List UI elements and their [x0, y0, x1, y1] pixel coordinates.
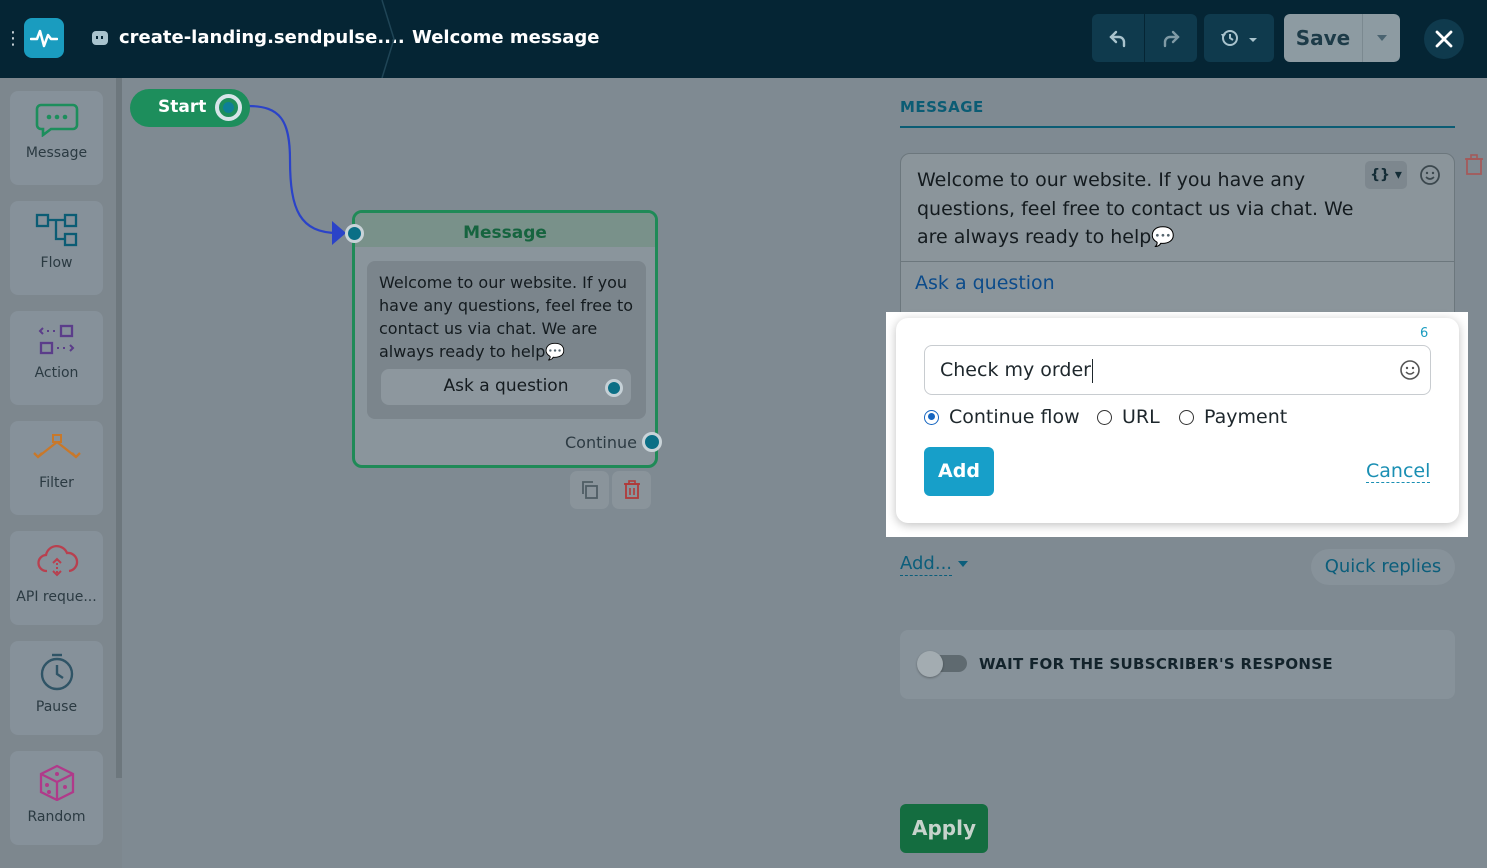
- copy-icon: [581, 481, 598, 499]
- app-logo-icon[interactable]: [24, 18, 64, 58]
- tab-underline: [900, 126, 1455, 128]
- message-editor[interactable]: Welcome to our website. If you have any …: [900, 153, 1455, 323]
- radio-button-selected[interactable]: [924, 409, 939, 425]
- save-options-button[interactable]: [1362, 14, 1400, 62]
- flow-canvas[interactable]: [122, 78, 865, 868]
- message-input-port[interactable]: [345, 224, 364, 243]
- radio-button[interactable]: [1179, 409, 1194, 425]
- trash-icon: [623, 480, 640, 499]
- toggle-knob[interactable]: [917, 651, 943, 677]
- variables-label: {}: [1370, 167, 1391, 183]
- palette-item-random[interactable]: Random: [10, 751, 103, 845]
- button-text-input[interactable]: Check my order: [924, 345, 1431, 395]
- palette-item-flow[interactable]: Flow: [10, 201, 103, 295]
- palette-label: Filter: [39, 475, 74, 491]
- text-caret: [1091, 358, 1093, 383]
- save-button[interactable]: Save: [1284, 14, 1362, 62]
- add-menu-link[interactable]: Add...: [900, 553, 953, 576]
- history-button[interactable]: [1204, 14, 1274, 62]
- kebab-menu-icon[interactable]: ⋮: [4, 26, 22, 52]
- button-text-value: Check my order: [940, 359, 1091, 381]
- message-node-title: Message: [355, 213, 655, 247]
- continue-label: Continue: [565, 433, 637, 452]
- redo-icon: [1163, 30, 1180, 48]
- radio-url[interactable]: URL: [1097, 406, 1160, 428]
- emoji-icon[interactable]: [1419, 164, 1441, 186]
- palette-label: Action: [34, 365, 79, 381]
- duplicate-node-button[interactable]: [570, 471, 609, 509]
- close-button[interactable]: [1424, 19, 1464, 59]
- clock-icon: [40, 653, 73, 691]
- palette-item-action[interactable]: Action: [10, 311, 103, 405]
- wait-response-label: WAIT FOR THE SUBSCRIBER'S RESPONSE: [979, 655, 1333, 673]
- radio-label: URL: [1122, 406, 1160, 428]
- apply-button[interactable]: Apply: [900, 804, 988, 853]
- history-icon: [1221, 30, 1257, 46]
- close-icon: [1435, 30, 1453, 48]
- continue-output-port[interactable]: [642, 432, 662, 452]
- undo-icon: [1109, 30, 1126, 48]
- delete-message-icon[interactable]: [1464, 154, 1484, 176]
- variables-button[interactable]: {} ▾: [1365, 161, 1407, 189]
- breadcrumb-separator: [381, 0, 395, 78]
- palette-label: Flow: [40, 255, 73, 271]
- palette-item-pause[interactable]: Pause: [10, 641, 103, 735]
- palette-item-message[interactable]: Message: [10, 91, 103, 185]
- redo-button[interactable]: [1145, 14, 1197, 62]
- palette-label: Pause: [35, 699, 78, 715]
- message-node[interactable]: Message Welcome to our website. If you h…: [352, 210, 658, 468]
- api-cloud-icon: [36, 544, 78, 577]
- tab-message[interactable]: MESSAGE: [900, 98, 984, 116]
- start-output-port[interactable]: [215, 94, 242, 121]
- palette-item-filter[interactable]: Filter: [10, 421, 103, 515]
- message-node-bubble: Welcome to our website. If you have any …: [367, 261, 646, 419]
- message-node-text: Welcome to our website. If you have any …: [379, 273, 634, 361]
- add-button[interactable]: Add: [924, 447, 994, 496]
- palette-label: Message: [25, 145, 88, 161]
- button-output-port[interactable]: [605, 379, 623, 397]
- message-node-button[interactable]: Ask a question: [381, 369, 631, 405]
- editor-divider: [901, 261, 1454, 262]
- radio-continue-flow[interactable]: Continue flow: [924, 406, 1080, 428]
- palette-label: Random: [27, 809, 86, 825]
- palette-label: API reque...: [16, 589, 97, 605]
- dice-icon: [39, 764, 74, 801]
- site-name[interactable]: create-landing.sendpulse....: [119, 27, 405, 48]
- delete-node-button[interactable]: [612, 471, 651, 509]
- flow-name[interactable]: Welcome message: [412, 27, 600, 48]
- radio-label: Continue flow: [949, 406, 1080, 428]
- flow-icon: [35, 213, 77, 247]
- chevron-down-icon: [1376, 35, 1387, 41]
- chat-bubble-icon: [35, 103, 78, 137]
- emoji-icon[interactable]: [1399, 359, 1421, 381]
- radio-button[interactable]: [1097, 409, 1112, 425]
- chevron-down-icon[interactable]: [958, 561, 968, 567]
- undo-button[interactable]: [1092, 14, 1144, 62]
- message-editor-text[interactable]: Welcome to our website. If you have any …: [917, 166, 1357, 252]
- palette-item-api-request[interactable]: API reque...: [10, 531, 103, 625]
- radio-payment[interactable]: Payment: [1179, 406, 1287, 428]
- radio-label: Payment: [1204, 406, 1288, 428]
- message-button-ask-question[interactable]: Ask a question: [915, 272, 1055, 294]
- cancel-link[interactable]: Cancel: [1366, 460, 1431, 483]
- char-counter: 6: [1420, 326, 1429, 341]
- quick-replies-button[interactable]: Quick replies: [1311, 549, 1455, 585]
- filter-icon: [32, 434, 81, 459]
- connection-line: [247, 104, 346, 245]
- chat-site-icon: [90, 29, 110, 49]
- action-icon: [38, 324, 74, 355]
